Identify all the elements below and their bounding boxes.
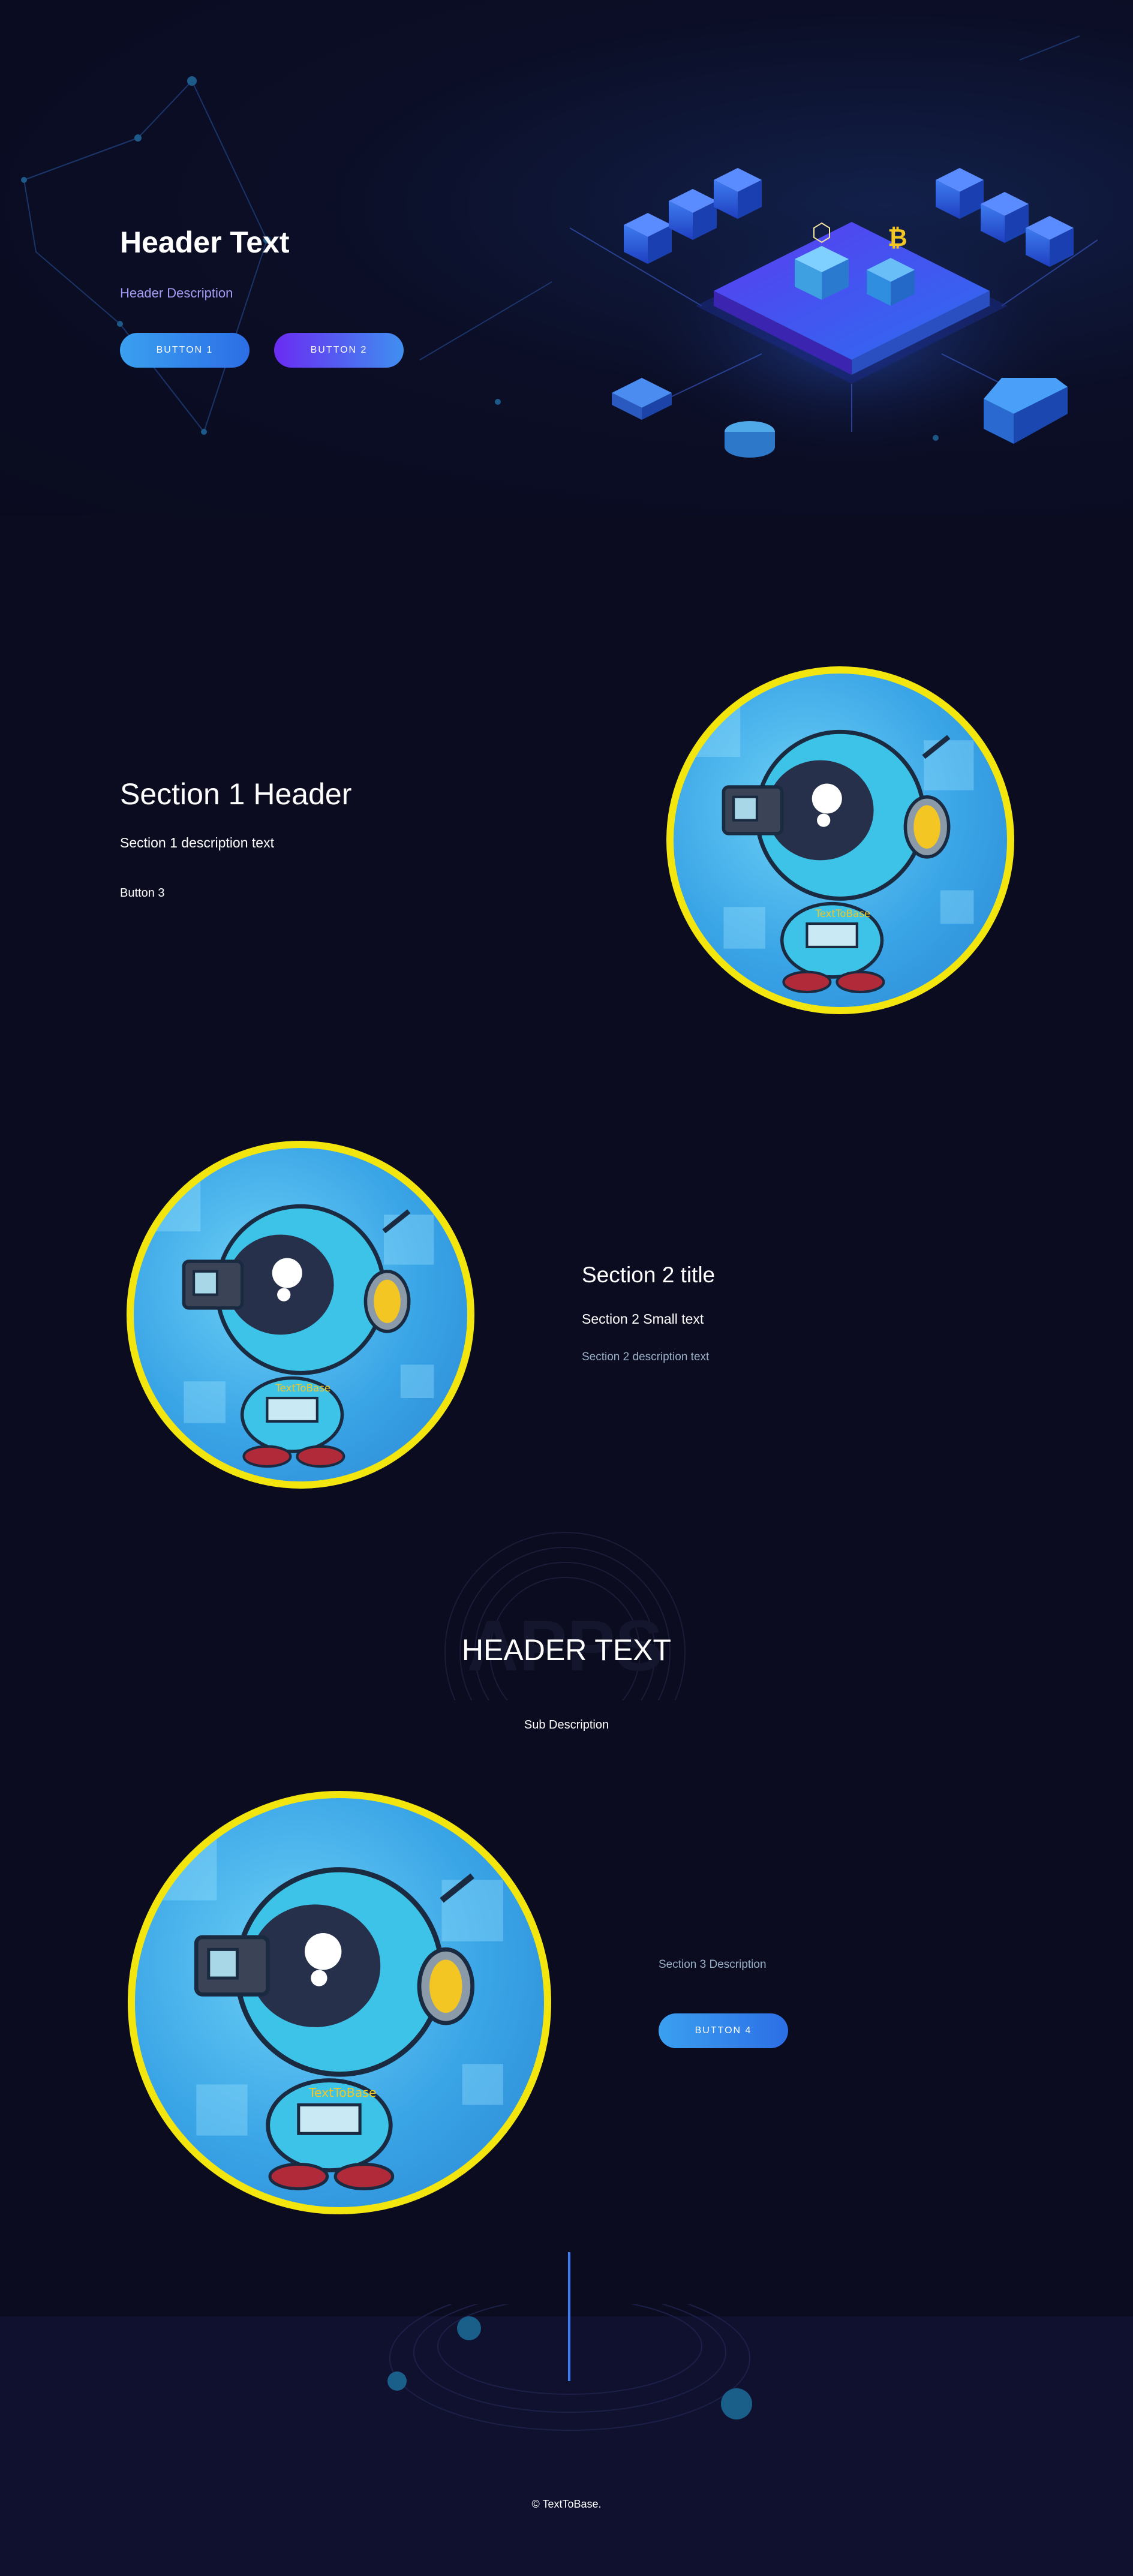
apps-sub-description: Sub Description <box>524 1718 609 1732</box>
mascot-shirt-text: TextToBase <box>308 2085 377 2100</box>
hero-section: ₿ Header Text Header Description BUTTON … <box>0 0 1133 516</box>
bitcoin-icon: ₿ <box>888 224 907 252</box>
hero-title: Header Text <box>120 226 290 259</box>
robot-mascot-illustration: TextToBase <box>690 707 974 994</box>
section-2-title: Section 2 title <box>582 1263 716 1287</box>
footer: © TextToBase. <box>0 2304 1133 2576</box>
hero-description: Header Description <box>120 285 233 300</box>
footer-copyright: © TextToBase. <box>531 2498 602 2510</box>
section-2-description: Section 2 description text <box>582 1351 710 1363</box>
section-3-description: Section 3 Description <box>659 1958 767 1971</box>
mascot-avatar: TextToBase <box>128 1791 551 2214</box>
robot-mascot-illustration: TextToBase <box>155 1839 503 2190</box>
mascot-shirt-text: TextToBase <box>275 1382 330 1394</box>
button-3[interactable]: Button 3 <box>120 886 165 900</box>
vertical-divider <box>568 2252 570 2381</box>
mascot-avatar: TextToBase <box>127 1141 474 1489</box>
section-1-header: Section 1 Header <box>120 777 352 811</box>
apps-header: HEADER TEXT <box>461 1633 672 1667</box>
button-4[interactable]: BUTTON 4 <box>659 2013 788 2048</box>
section-1-description: Section 1 description text <box>120 835 274 850</box>
robot-mascot-illustration: TextToBase <box>150 1181 434 1468</box>
mascot-shirt-text: TextToBase <box>815 908 870 919</box>
button-1[interactable]: BUTTON 1 <box>120 333 250 368</box>
blockchain-illustration: ₿ <box>570 168 1098 468</box>
apps-background-graphic: APPS <box>444 1532 686 1700</box>
mascot-avatar: TextToBase <box>666 666 1014 1014</box>
section-2-small-text: Section 2 Small text <box>582 1311 704 1327</box>
button-2[interactable]: BUTTON 2 <box>274 333 404 368</box>
